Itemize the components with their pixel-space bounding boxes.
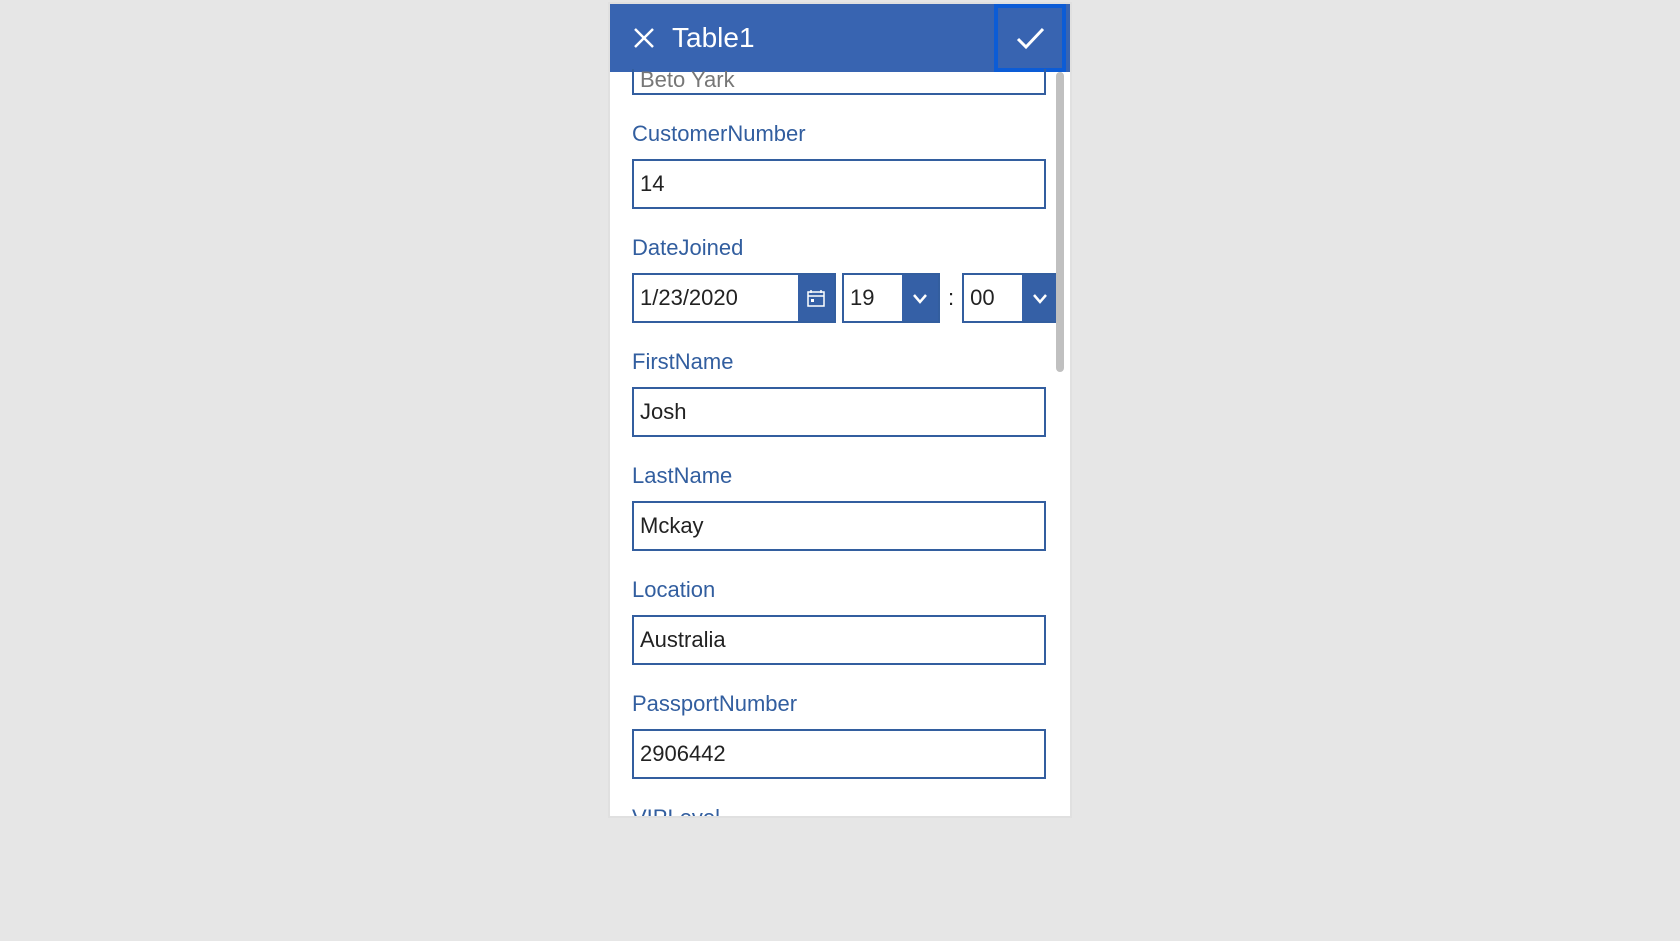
close-button[interactable] bbox=[622, 16, 666, 60]
scrollbar-thumb[interactable] bbox=[1056, 72, 1064, 372]
chevron-down-icon bbox=[1031, 289, 1049, 307]
date-picker-button[interactable] bbox=[798, 275, 834, 321]
page-title: Table1 bbox=[672, 22, 994, 54]
customer-number-label: CustomerNumber bbox=[632, 121, 1048, 147]
hour-dropdown-button[interactable] bbox=[902, 275, 938, 321]
time-separator: : bbox=[946, 273, 956, 323]
submit-button[interactable] bbox=[994, 4, 1066, 72]
date-input[interactable]: 1/23/2020 bbox=[634, 275, 798, 321]
date-picker: 1/23/2020 bbox=[632, 273, 836, 323]
form-scroll-area[interactable]: Beto Yark CustomerNumber 14 DateJoined 1… bbox=[610, 69, 1070, 816]
titlebar: Table1 bbox=[610, 4, 1070, 72]
calendar-icon bbox=[807, 289, 825, 307]
last-name-input[interactable]: Mckay bbox=[632, 501, 1046, 551]
first-name-label: FirstName bbox=[632, 349, 1048, 375]
check-icon bbox=[1013, 21, 1047, 55]
date-joined-label: DateJoined bbox=[632, 235, 1048, 261]
passport-number-label: PassportNumber bbox=[632, 691, 1048, 717]
location-input[interactable]: Australia bbox=[632, 615, 1046, 665]
minute-select[interactable]: 00 bbox=[962, 273, 1060, 323]
location-label: Location bbox=[632, 577, 1048, 603]
minute-dropdown-button[interactable] bbox=[1022, 275, 1058, 321]
date-time-row: 1/23/2020 19 bbox=[632, 273, 1046, 323]
passport-number-input[interactable]: 2906442 bbox=[632, 729, 1046, 779]
close-icon bbox=[632, 26, 656, 50]
hour-value: 19 bbox=[844, 275, 902, 321]
company-field-partial[interactable]: Beto Yark bbox=[632, 69, 1046, 95]
vip-level-label: VIPLevel bbox=[632, 805, 1048, 816]
app-window: Table1 Beto Yark CustomerNumber 14 DateJ… bbox=[608, 2, 1072, 818]
last-name-label: LastName bbox=[632, 463, 1048, 489]
hour-select[interactable]: 19 bbox=[842, 273, 940, 323]
first-name-input[interactable]: Josh bbox=[632, 387, 1046, 437]
minute-value: 00 bbox=[964, 275, 1022, 321]
chevron-down-icon bbox=[911, 289, 929, 307]
customer-number-input[interactable]: 14 bbox=[632, 159, 1046, 209]
